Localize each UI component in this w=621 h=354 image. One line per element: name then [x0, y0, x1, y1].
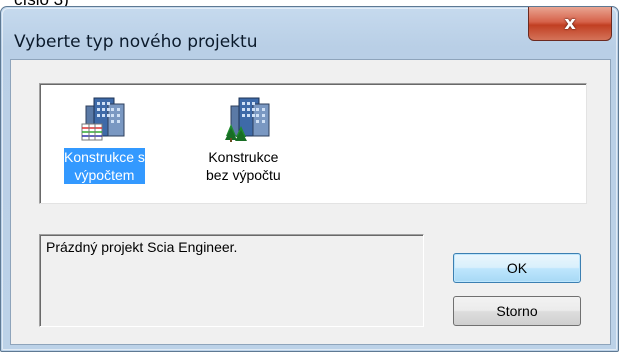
buildings-with-trees-icon — [225, 97, 270, 142]
project-type-without-calculation[interactable]: Konstrukce bez výpočtu — [190, 84, 310, 194]
project-description: Prázdný projekt Scia Engineer. — [39, 234, 424, 327]
ok-button[interactable]: OK — [453, 253, 581, 283]
dialog-client-area: Konstrukce s výpočtem Konstrukce bez výp… — [10, 59, 611, 345]
dialog-title: Vyberte typ nového projektu — [14, 32, 258, 52]
buildings-with-table-icon — [81, 97, 125, 141]
new-project-dialog: Vyberte typ nového projektu x Konstrukce… — [0, 6, 619, 352]
cancel-button[interactable]: Storno — [453, 296, 581, 326]
project-type-label: Konstrukce bez výpočtu — [206, 149, 281, 183]
close-button[interactable]: x — [528, 7, 612, 41]
project-type-label: Konstrukce s výpočtem — [64, 148, 145, 184]
project-type-with-calculation[interactable]: Konstrukce s výpočtem — [44, 84, 164, 194]
close-icon: x — [564, 13, 576, 34]
project-type-list[interactable]: Konstrukce s výpočtem Konstrukce bez výp… — [39, 83, 587, 204]
